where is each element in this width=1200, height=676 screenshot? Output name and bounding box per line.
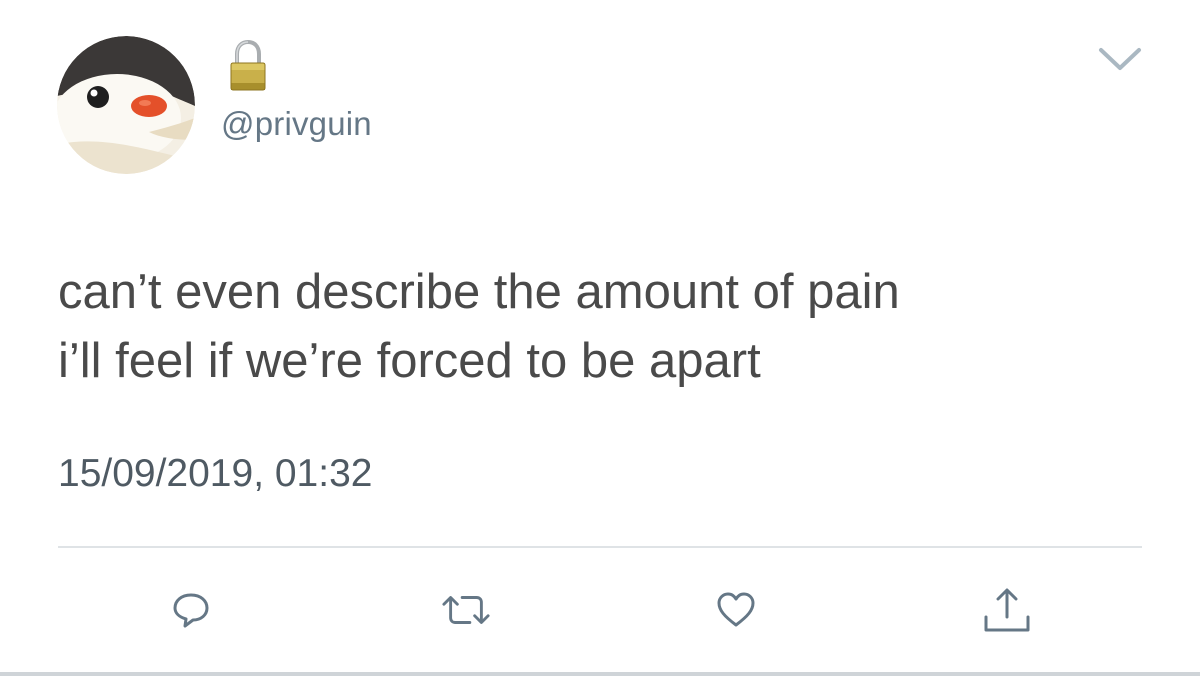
tweet-text-line: can’t even describe the amount of pain — [58, 265, 900, 319]
tweet-text: can’t even describe the amount of pain i… — [58, 258, 1158, 396]
like-icon — [717, 592, 755, 627]
tweet-card: @privguin can’t even describe the amount… — [0, 0, 1200, 676]
username-handle[interactable]: @privguin — [221, 105, 372, 143]
tweet-text-line: i’ll feel if we’re forced to be apart — [58, 334, 761, 388]
retweet-button[interactable] — [441, 585, 491, 635]
divider — [58, 546, 1142, 548]
reply-icon — [173, 593, 209, 628]
avatar[interactable] — [57, 36, 195, 174]
protected-account-lock — [228, 39, 268, 92]
share-icon — [984, 588, 1030, 632]
chevron-down-icon — [1099, 48, 1141, 70]
reply-button[interactable] — [166, 585, 216, 635]
penguin-avatar-icon — [57, 36, 195, 174]
lock-icon — [230, 39, 266, 91]
like-button[interactable] — [711, 585, 761, 635]
share-button[interactable] — [982, 585, 1032, 635]
tweet-menu-button[interactable] — [1097, 44, 1143, 74]
tweet-timestamp: 15/09/2019, 01:32 — [58, 452, 373, 495]
retweet-icon — [442, 596, 490, 624]
bottom-border — [0, 672, 1200, 676]
